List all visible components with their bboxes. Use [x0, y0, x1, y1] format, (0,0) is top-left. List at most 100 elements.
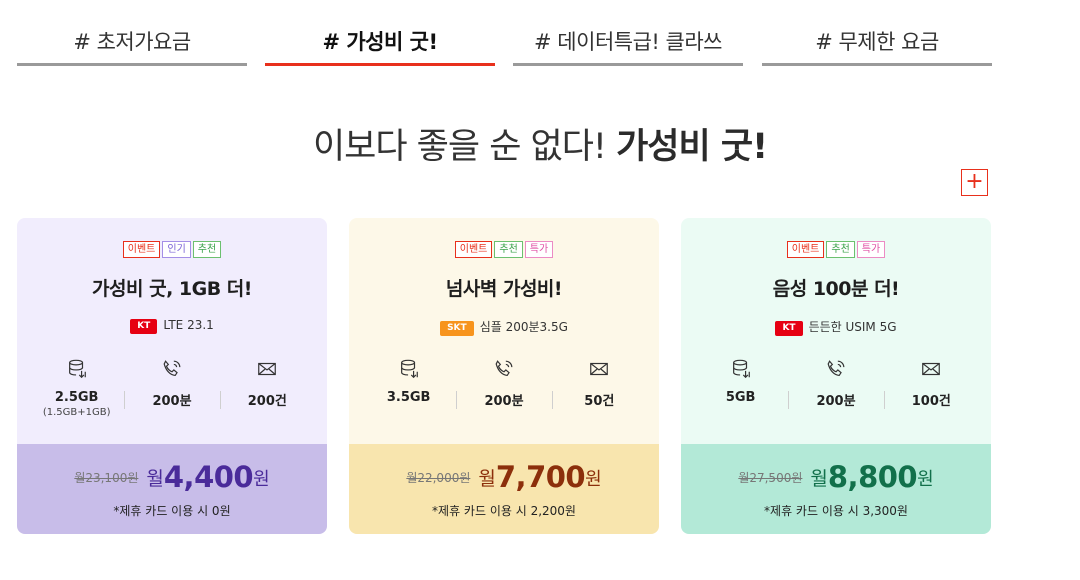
tab-value[interactable]: # 가성비 굿!: [265, 0, 495, 66]
carrier-logo: SKT: [440, 321, 474, 336]
plan-name: LTE 23.1: [163, 318, 214, 332]
card-discount-note: *제휴 카드 이용 시 0원: [113, 504, 231, 518]
price-month-label: 월: [478, 468, 496, 490]
event-badge: 이벤트: [454, 241, 493, 258]
recommend-badge: 추천: [494, 241, 523, 258]
data-amount: 5GB: [725, 390, 756, 405]
message-count: 200건: [247, 394, 287, 409]
monthly-price: 7,700: [495, 460, 586, 494]
plan-title: 음성 100분 더!: [772, 278, 900, 300]
popular-badge: 인기: [162, 241, 191, 258]
plan-specs: 3.5GB 200분 50건: [361, 358, 647, 420]
monthly-price: 4,400: [163, 460, 254, 494]
tab-underline: [762, 63, 992, 66]
spec-message: 50건: [551, 358, 647, 420]
price-line: 월27,500원 월8,800원: [681, 460, 991, 494]
more-plans-button[interactable]: +: [961, 169, 988, 196]
special-badge: 특가: [856, 241, 886, 258]
section-headline: 이보다 좋을 순 없다! 가성비 굿!: [0, 118, 1080, 169]
tab-data-class[interactable]: # 데이터특급! 클라쓰: [513, 0, 743, 66]
event-badge: 이벤트: [786, 241, 825, 258]
spec-data: 5GB: [693, 358, 788, 420]
badge-group: 이벤트 인기 추천: [17, 241, 327, 258]
data-icon: [29, 358, 124, 382]
badge-group: 이벤트 추천 특가: [681, 241, 991, 258]
tab-unlimited[interactable]: # 무제한 요금: [762, 0, 992, 66]
price-currency: 원: [253, 469, 270, 490]
tab-label: # 초저가요금: [73, 30, 191, 54]
tab-underline: [17, 63, 247, 66]
recommend-badge: 추천: [826, 241, 855, 258]
plan-card[interactable]: 이벤트 추천 특가 넘사벽 가성비! SKT 심플 200분3.5G 3.5GB 20…: [349, 218, 659, 534]
recommend-badge: 추천: [192, 241, 222, 258]
message-count: 50건: [584, 394, 615, 409]
event-badge: 이벤트: [122, 241, 161, 258]
call-minutes: 200분: [152, 394, 192, 409]
carrier-info: KT 든든한 USIM 5G: [681, 318, 991, 336]
plan-name: 든든한 USIM 5G: [808, 320, 897, 334]
category-tabs: # 초저가요금 # 가성비 굿! # 데이터특급! 클라쓰 # 무제한 요금: [17, 0, 992, 66]
plan-specs: 2.5GB (1.5GB+1GB) 200분 200건: [29, 358, 315, 420]
original-price: 월27,500원: [738, 471, 803, 485]
mail-icon: [220, 358, 315, 382]
plan-specs: 5GB 200분 100건: [693, 358, 979, 420]
price-month-label: 월: [146, 468, 164, 490]
price-area: 월23,100원 월4,400원 *제휴 카드 이용 시 0원: [17, 444, 327, 534]
special-badge: 특가: [524, 241, 554, 258]
spec-message: 200건: [219, 358, 315, 420]
carrier-info: SKT 심플 200분3.5G: [349, 318, 659, 336]
card-body: 이벤트 추천 특가 넘사벽 가성비! SKT 심플 200분3.5G 3.5GB 20…: [349, 218, 659, 444]
mail-icon: [552, 358, 647, 382]
original-price: 월23,100원: [74, 471, 139, 485]
monthly-price: 8,800: [827, 460, 918, 494]
tab-budget[interactable]: # 초저가요금: [17, 0, 247, 66]
price-line: 월22,000원 월7,700원: [349, 460, 659, 494]
data-amount: 3.5GB: [386, 390, 431, 405]
headline-text: 이보다 좋을 순 없다!: [312, 127, 607, 167]
card-body: 이벤트 추천 특가 음성 100분 더! KT 든든한 USIM 5G 5GB 200…: [681, 218, 991, 444]
plan-name: 심플 200분3.5G: [479, 320, 568, 334]
mail-icon: [884, 358, 979, 382]
card-body: 이벤트 인기 추천 가성비 굿, 1GB 더! KT LTE 23.1 2.5GB (…: [17, 218, 327, 444]
message-count: 100건: [911, 394, 951, 409]
price-month-label: 월: [810, 468, 828, 490]
price-currency: 원: [917, 469, 934, 490]
price-currency: 원: [585, 469, 602, 490]
spec-data: 3.5GB: [361, 358, 456, 420]
spec-call: 200분: [124, 358, 219, 420]
tab-label: # 데이터특급! 클라쓰: [534, 30, 722, 54]
spec-call: 200분: [788, 358, 883, 420]
call-minutes: 200분: [484, 394, 524, 409]
carrier-logo: KT: [775, 321, 803, 336]
data-amount: 2.5GB: [54, 390, 99, 405]
plan-card[interactable]: 이벤트 인기 추천 가성비 굿, 1GB 더! KT LTE 23.1 2.5GB (…: [17, 218, 327, 534]
card-discount-note: *제휴 카드 이용 시 2,200원: [432, 504, 576, 518]
headline-highlight: 가성비 굿!: [616, 118, 768, 169]
price-area: 월27,500원 월8,800원 *제휴 카드 이용 시 3,300원: [681, 444, 991, 534]
call-icon: [456, 358, 551, 382]
tab-underline: [513, 63, 743, 66]
spec-call: 200분: [456, 358, 551, 420]
carrier-logo: KT: [130, 319, 158, 334]
call-minutes: 200분: [816, 394, 856, 409]
price-area: 월22,000원 월7,700원 *제휴 카드 이용 시 2,200원: [349, 444, 659, 534]
card-discount-note: *제휴 카드 이용 시 3,300원: [764, 504, 908, 518]
spec-message: 100건: [883, 358, 979, 420]
plan-card[interactable]: 이벤트 추천 특가 음성 100분 더! KT 든든한 USIM 5G 5GB 200…: [681, 218, 991, 534]
original-price: 월22,000원: [406, 471, 471, 485]
call-icon: [788, 358, 883, 382]
tab-label: # 무제한 요금: [815, 30, 939, 54]
data-icon: [693, 358, 788, 382]
price-line: 월23,100원 월4,400원: [17, 460, 327, 494]
headline-highlight-text: 가성비 굿!: [616, 127, 768, 167]
spec-data: 2.5GB (1.5GB+1GB): [29, 358, 124, 420]
data-breakdown: (1.5GB+1GB): [42, 407, 111, 418]
tab-underline: [265, 63, 495, 66]
carrier-info: KT LTE 23.1: [17, 318, 327, 334]
tab-label: # 가성비 굿!: [322, 30, 438, 54]
data-icon: [361, 358, 456, 382]
plan-title: 가성비 굿, 1GB 더!: [92, 278, 252, 300]
badge-group: 이벤트 추천 특가: [349, 241, 659, 258]
call-icon: [124, 358, 219, 382]
plan-title: 넘사벽 가성비!: [445, 278, 563, 300]
